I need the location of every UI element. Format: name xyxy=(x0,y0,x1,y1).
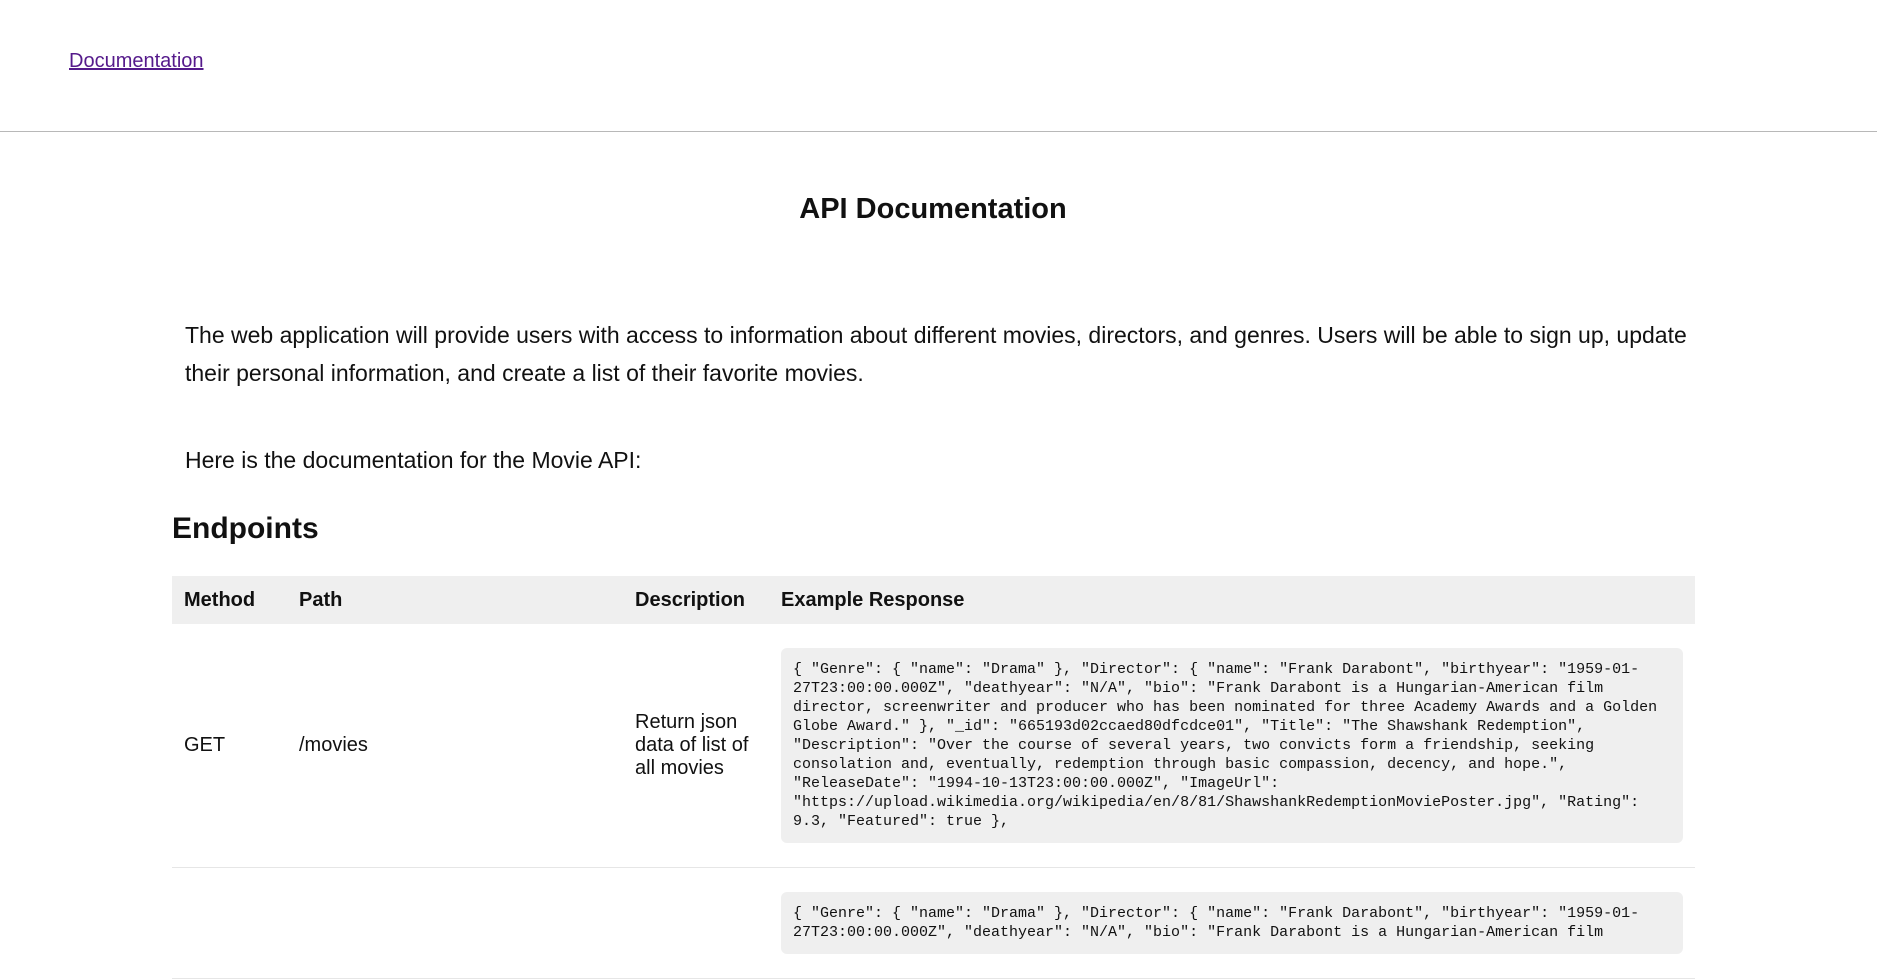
endpoints-table: Method Path Description Example Response… xyxy=(172,576,1695,979)
top-nav: Documentation xyxy=(0,0,1877,132)
row-description: Return json data of list of all movies xyxy=(623,624,769,868)
row-method xyxy=(172,867,287,979)
header-description: Description xyxy=(623,576,769,624)
table-header-row: Method Path Description Example Response xyxy=(172,576,1695,624)
intro-paragraph: The web application will provide users w… xyxy=(185,322,1687,386)
example-response-code: { "Genre": { "name": "Drama" }, "Directo… xyxy=(781,892,1683,954)
row-description xyxy=(623,867,769,979)
endpoints-heading: Endpoints xyxy=(172,512,319,545)
header-method: Method xyxy=(172,576,287,624)
lead-paragraph: Here is the documentation for the Movie … xyxy=(185,447,642,473)
documentation-link[interactable]: Documentation xyxy=(69,50,204,73)
row-example: { "Genre": { "name": "Drama" }, "Directo… xyxy=(769,624,1695,868)
table-row: GET /movies Return json data of list of … xyxy=(172,624,1695,868)
row-method: GET xyxy=(172,624,287,868)
row-path: /movies xyxy=(287,624,623,868)
row-example: { "Genre": { "name": "Drama" }, "Directo… xyxy=(769,867,1695,979)
row-path xyxy=(287,867,623,979)
table-row: { "Genre": { "name": "Drama" }, "Directo… xyxy=(172,867,1695,979)
header-example-response: Example Response xyxy=(769,576,1695,624)
page-title: API Documentation xyxy=(799,193,1067,225)
example-response-code: { "Genre": { "name": "Drama" }, "Directo… xyxy=(781,648,1683,843)
header-path: Path xyxy=(287,576,623,624)
